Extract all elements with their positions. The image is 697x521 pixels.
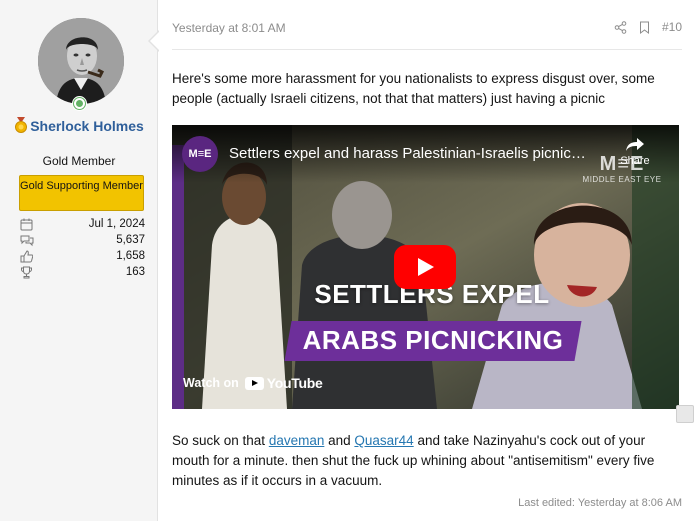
channel-logo[interactable]: M≡E <box>182 136 218 172</box>
watermark-sub: MIDDLE EAST EYE <box>582 175 662 184</box>
username[interactable]: Sherlock Holmes <box>0 116 158 136</box>
stat-joined: Jul 1, 2024 <box>20 216 145 232</box>
stat-messages: 5,637 <box>20 232 145 248</box>
post-intro: Here's some more harassment for you nati… <box>172 71 655 106</box>
user-banner: Gold Supporting Member <box>19 175 144 211</box>
stat-points: 163 <box>20 264 145 280</box>
user-sidebar: Sherlock Holmes Gold Member Gold Support… <box>0 0 158 521</box>
video-headline-2: ARABS PICNICKING <box>302 325 564 355</box>
watermark-logo: M≡E <box>599 153 645 175</box>
play-button[interactable] <box>394 245 456 289</box>
youtube-icon <box>244 376 264 390</box>
calendar-icon <box>20 218 33 230</box>
bookmark-icon[interactable] <box>639 21 650 34</box>
medal-icon <box>15 117 28 133</box>
forum-post: Sherlock Holmes Gold Member Gold Support… <box>0 0 697 521</box>
stat-messages-value[interactable]: 5,637 <box>116 234 145 246</box>
post-date[interactable]: Yesterday at 8:01 AM <box>172 21 286 35</box>
scroll-indicator-icon[interactable] <box>676 405 694 423</box>
stat-reactions: 1,658 <box>20 248 145 264</box>
user-title: Gold Member <box>42 154 116 168</box>
share-arrow-icon <box>626 138 644 151</box>
avatar[interactable] <box>38 18 124 104</box>
online-status-icon <box>72 96 87 111</box>
youtube-logo: YouTube <box>244 375 323 391</box>
messages-icon <box>20 235 34 246</box>
mention-daveman[interactable]: daveman <box>269 433 325 448</box>
post-main: Yesterday at 8:01 AM #10 Here's some mor… <box>159 0 697 521</box>
trophy-icon <box>21 266 32 278</box>
reactions-icon <box>20 249 33 262</box>
username-text[interactable]: Sherlock Holmes <box>30 118 144 134</box>
body-text-1: So suck on that <box>172 433 269 448</box>
stat-points-value[interactable]: 163 <box>126 266 145 278</box>
post-body: So suck on that daveman and Quasar44 and… <box>172 431 684 491</box>
stat-joined-value: Jul 1, 2024 <box>88 218 145 230</box>
post-actions: #10 <box>614 20 682 34</box>
youtube-embed[interactable]: M≡E Settlers expel and harass Palestinia… <box>172 125 679 409</box>
watch-on-youtube[interactable]: Watch on YouTube <box>183 375 323 391</box>
channel-watermark: M≡E MIDDLE EAST EYE <box>577 153 667 184</box>
youtube-wordmark: YouTube <box>266 375 323 391</box>
stat-reactions-value: 1,658 <box>116 250 145 262</box>
post-number[interactable]: #10 <box>662 20 682 34</box>
post-header: Yesterday at 8:01 AM #10 <box>172 16 682 50</box>
body-text-2: and <box>324 433 355 448</box>
user-stats: Jul 1, 2024 5,637 1,658 163 <box>20 216 145 280</box>
last-edited: Last edited: Yesterday at 8:06 AM <box>518 497 682 509</box>
mention-quasar44[interactable]: Quasar44 <box>354 433 413 448</box>
video-title[interactable]: Settlers expel and harass Palestinian-Is… <box>229 145 614 162</box>
share-icon[interactable] <box>614 20 627 34</box>
play-icon <box>418 258 434 276</box>
watch-on-label: Watch on <box>183 376 239 390</box>
